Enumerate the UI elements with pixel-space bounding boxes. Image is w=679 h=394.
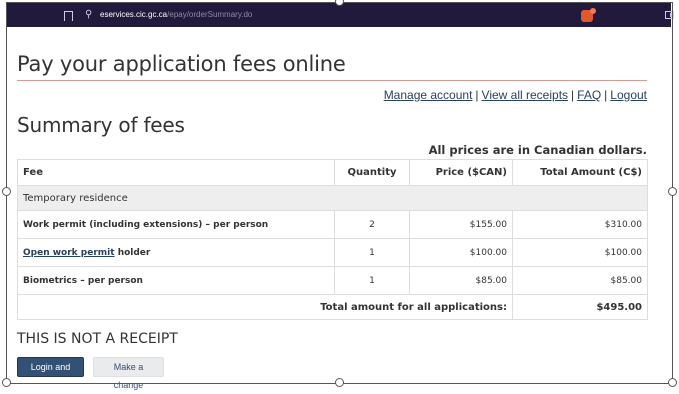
table-row: Biometrics – per person 1 $85.00 $85.00 (17, 266, 648, 295)
resize-handle-bottom-left[interactable] (2, 378, 11, 387)
fee-quantity: 2 (334, 210, 410, 239)
fee-total: $100.00 (512, 238, 648, 267)
address-bar[interactable]: eservices.cic.gc.ca/epay/orderSummary.do (100, 3, 252, 27)
table-header-row: Fee Quantity Price ($CAN) Total Amount (… (17, 159, 648, 186)
manage-account-link[interactable]: Manage account (384, 88, 473, 102)
open-work-permit-link[interactable]: Open work permit (23, 248, 115, 258)
fee-price: $100.00 (409, 238, 513, 267)
not-receipt-notice: THIS IS NOT A RECEIPT (17, 331, 178, 347)
fee-quantity: 1 (334, 238, 410, 267)
make-a-change-button[interactable]: Make a change (93, 357, 164, 390)
page-title: Pay your application fees online (17, 52, 346, 76)
summary-title: Summary of fees (17, 113, 185, 137)
sidebar-toggle-icon[interactable] (665, 11, 674, 19)
total-label: Total amount for all applications: (17, 294, 513, 320)
fee-quantity: 1 (334, 266, 410, 295)
bookmark-icon[interactable] (64, 11, 73, 21)
nav-separator: | (604, 88, 608, 102)
fee-column-header: Fee (17, 159, 335, 186)
faq-link[interactable]: FAQ (577, 88, 601, 102)
fee-name: Work permit (including extensions) – per… (17, 210, 335, 239)
logout-link[interactable]: Logout (610, 88, 647, 102)
url-domain: eservices.cic.gc.ca (100, 10, 168, 19)
table-row: Open work permit holder 1 $100.00 $100.0… (17, 238, 648, 267)
price-column-header: Price ($CAN) (409, 159, 513, 186)
fees-table: Fee Quantity Price ($CAN) Total Amount (… (17, 159, 648, 320)
fee-total: $310.00 (512, 210, 648, 239)
resize-handle-bottom[interactable] (335, 378, 344, 387)
resize-handle-right[interactable] (668, 187, 677, 196)
view-receipts-link[interactable]: View all receipts (482, 88, 568, 102)
currency-note: All prices are in Canadian dollars. (428, 143, 647, 157)
fee-price: $85.00 (409, 266, 513, 295)
shields-badge (590, 8, 596, 14)
nav-separator: | (571, 88, 575, 102)
fee-name: Biometrics – per person (17, 266, 335, 295)
fee-group-label: Temporary residence (17, 185, 648, 211)
total-row: Total amount for all applications: $495.… (17, 294, 648, 320)
fee-total: $85.00 (512, 266, 648, 295)
total-value: $495.00 (512, 294, 648, 320)
resize-handle-bottom-right[interactable] (668, 378, 677, 387)
login-and-pay-button[interactable]: Login and Pay (17, 357, 84, 390)
browser-toolbar: ⚲ eservices.cic.gc.ca/epay/orderSummary.… (7, 3, 674, 27)
fee-price: $155.00 (409, 210, 513, 239)
fee-name: Open work permit holder (17, 238, 335, 267)
nav-separator: | (475, 88, 479, 102)
quantity-column-header: Quantity (334, 159, 410, 186)
account-nav: Manage account | View all receipts | FAQ | Log… (384, 88, 647, 102)
title-divider (17, 80, 647, 81)
url-path: /epay/orderSummary.do (167, 10, 253, 19)
total-column-header: Total Amount (C$) (512, 159, 648, 186)
resize-handle-left[interactable] (2, 187, 11, 196)
site-settings-icon[interactable]: ⚲ (85, 3, 92, 27)
table-row: Work permit (including extensions) – per… (17, 210, 648, 239)
fee-group-row: Temporary residence (17, 185, 648, 211)
fee-name-suffix: holder (117, 247, 151, 258)
